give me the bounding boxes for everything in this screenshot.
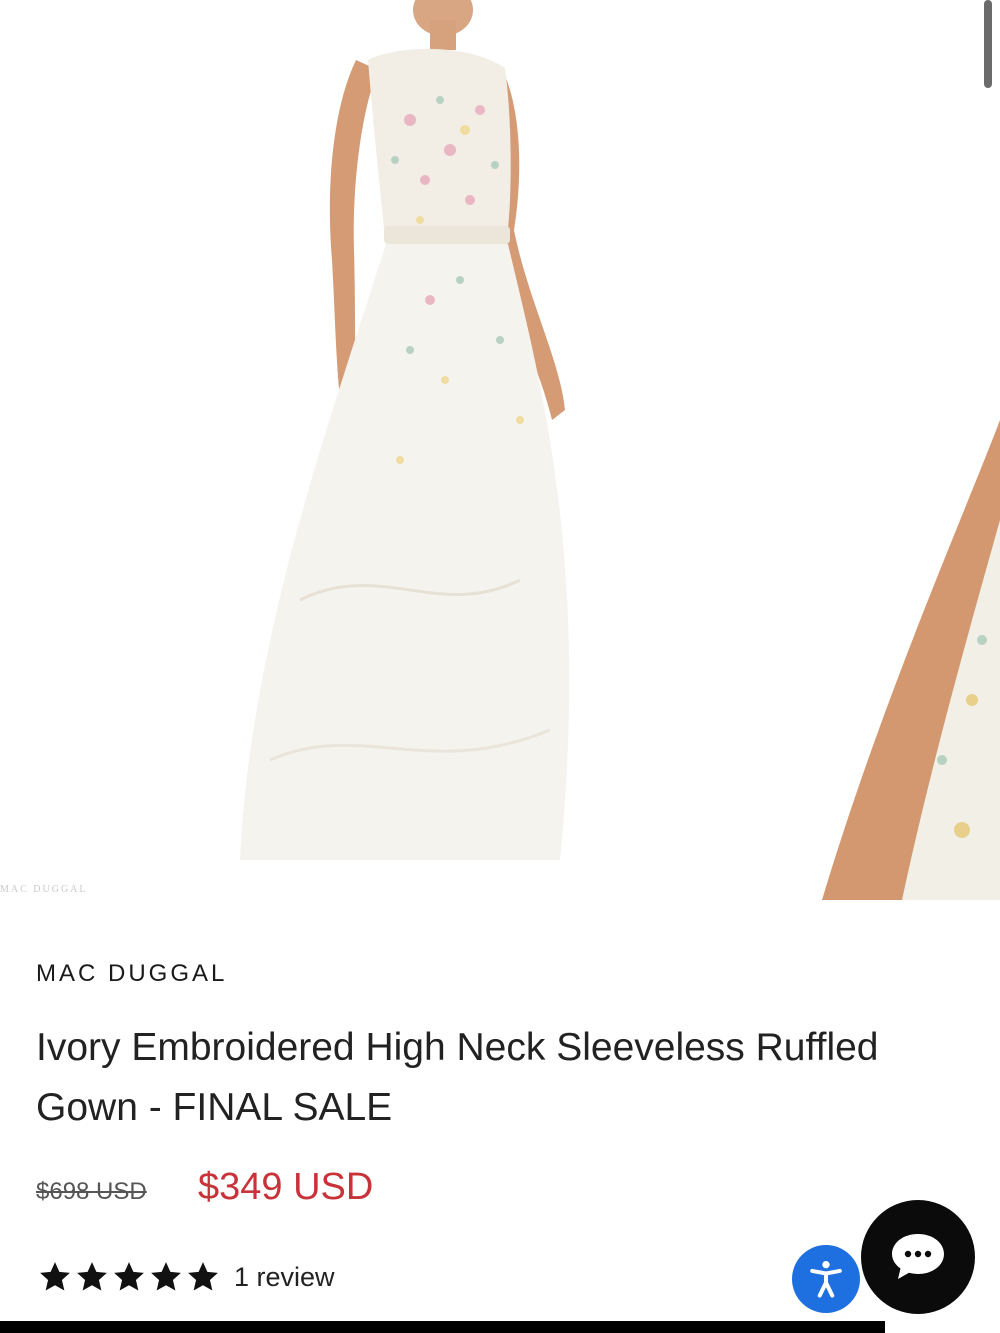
chat-button[interactable] bbox=[861, 1200, 975, 1314]
product-brand[interactable]: MAC DUGGAL bbox=[36, 960, 227, 988]
rating-stars bbox=[38, 1260, 220, 1294]
product-title: Ivory Embroidered High Neck Sleeveless R… bbox=[36, 1026, 879, 1129]
accessibility-button[interactable] bbox=[792, 1245, 860, 1313]
chat-bubble-icon bbox=[892, 1234, 944, 1279]
sale-price: $349 USD bbox=[198, 1166, 374, 1208]
star-icon bbox=[151, 1262, 181, 1291]
original-price: $698 USD bbox=[36, 1178, 147, 1205]
accessibility-icon bbox=[810, 1261, 842, 1298]
product-main-image[interactable] bbox=[0, 0, 822, 900]
product-next-image-peek[interactable] bbox=[822, 0, 1000, 900]
product-image-gallery[interactable]: MAC DUGGAL bbox=[0, 0, 1000, 900]
star-icon bbox=[77, 1262, 107, 1291]
bottom-bar bbox=[0, 1321, 885, 1333]
star-icon bbox=[114, 1262, 144, 1291]
review-count-link[interactable]: 1 review bbox=[234, 1262, 335, 1293]
star-icon bbox=[188, 1262, 218, 1291]
star-icon bbox=[40, 1262, 70, 1291]
scroll-indicator bbox=[984, 0, 992, 88]
image-watermark: MAC DUGGAL bbox=[0, 884, 88, 895]
product-rating[interactable]: 1 review bbox=[38, 1260, 335, 1294]
